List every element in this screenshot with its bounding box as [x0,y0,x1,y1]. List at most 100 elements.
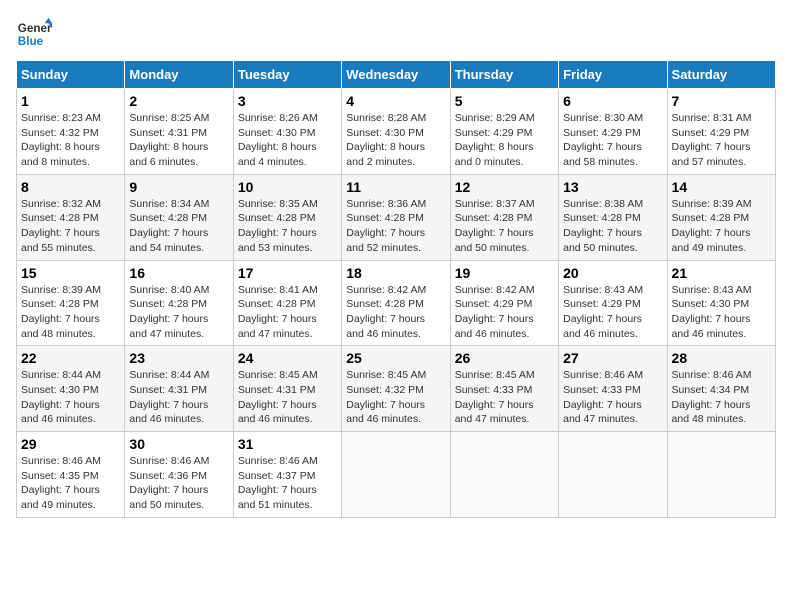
day-number: 22 [21,350,120,366]
day-number: 11 [346,179,445,195]
calendar-cell: 16Sunrise: 8:40 AM Sunset: 4:28 PM Dayli… [125,260,233,346]
day-number: 8 [21,179,120,195]
day-info: Sunrise: 8:39 AM Sunset: 4:28 PM Dayligh… [672,197,771,256]
day-number: 20 [563,265,662,281]
day-info: Sunrise: 8:25 AM Sunset: 4:31 PM Dayligh… [129,111,228,170]
day-number: 27 [563,350,662,366]
day-number: 26 [455,350,554,366]
day-info: Sunrise: 8:42 AM Sunset: 4:28 PM Dayligh… [346,283,445,342]
day-number: 19 [455,265,554,281]
week-row-2: 8 Sunrise: 8:32 AM Sunset: 4:28 PM Daylig… [17,174,776,260]
calendar-cell: 14 Sunrise: 8:39 AM Sunset: 4:28 PM Dayli… [667,174,775,260]
calendar-cell: 25 Sunrise: 8:45 AM Sunset: 4:32 PM Dayli… [342,346,450,432]
calendar-cell: 10 Sunrise: 8:35 AM Sunset: 4:28 PM Dayli… [233,174,341,260]
calendar-cell: 17 Sunrise: 8:41 AM Sunset: 4:28 PM Dayli… [233,260,341,346]
calendar-cell: 8 Sunrise: 8:32 AM Sunset: 4:28 PM Daylig… [17,174,125,260]
day-info: Sunrise: 8:23 AM Sunset: 4:32 PM Dayligh… [21,111,120,170]
day-info: Sunrise: 8:30 AM Sunset: 4:29 PM Dayligh… [563,111,662,170]
calendar-cell: 12Sunrise: 8:37 AM Sunset: 4:28 PM Dayli… [450,174,558,260]
day-info: Sunrise: 8:42 AM Sunset: 4:29 PM Dayligh… [455,283,554,342]
day-info: Sunrise: 8:37 AM Sunset: 4:28 PM Dayligh… [455,197,554,256]
day-info: Sunrise: 8:41 AM Sunset: 4:28 PM Dayligh… [238,283,337,342]
day-number: 23 [129,350,228,366]
day-number: 30 [129,436,228,452]
day-number: 2 [129,93,228,109]
day-info: Sunrise: 8:29 AM Sunset: 4:29 PM Dayligh… [455,111,554,170]
day-number: 1 [21,93,120,109]
day-number: 31 [238,436,337,452]
calendar-cell: 22 Sunrise: 8:44 AM Sunset: 4:30 PM Dayli… [17,346,125,432]
calendar-cell: 11Sunrise: 8:36 AM Sunset: 4:28 PM Dayli… [342,174,450,260]
calendar-cell [450,432,558,518]
calendar-cell: 29Sunrise: 8:46 AM Sunset: 4:35 PM Dayli… [17,432,125,518]
day-info: Sunrise: 8:45 AM Sunset: 4:33 PM Dayligh… [455,368,554,427]
day-number: 10 [238,179,337,195]
weekday-header-row: SundayMondayTuesdayWednesdayThursdayFrid… [17,61,776,89]
day-info: Sunrise: 8:46 AM Sunset: 4:36 PM Dayligh… [129,454,228,513]
day-info: Sunrise: 8:45 AM Sunset: 4:31 PM Dayligh… [238,368,337,427]
day-number: 17 [238,265,337,281]
weekday-header-monday: Monday [125,61,233,89]
day-info: Sunrise: 8:26 AM Sunset: 4:30 PM Dayligh… [238,111,337,170]
day-info: Sunrise: 8:46 AM Sunset: 4:34 PM Dayligh… [672,368,771,427]
calendar-cell: 23 Sunrise: 8:44 AM Sunset: 4:31 PM Dayli… [125,346,233,432]
day-info: Sunrise: 8:32 AM Sunset: 4:28 PM Dayligh… [21,197,120,256]
day-number: 4 [346,93,445,109]
day-info: Sunrise: 8:35 AM Sunset: 4:28 PM Dayligh… [238,197,337,256]
day-number: 14 [672,179,771,195]
calendar-cell: 4 Sunrise: 8:28 AM Sunset: 4:30 PM Daylig… [342,89,450,175]
day-info: Sunrise: 8:34 AM Sunset: 4:28 PM Dayligh… [129,197,228,256]
day-number: 3 [238,93,337,109]
logo: General Blue [16,16,52,52]
calendar-cell: 20 Sunrise: 8:43 AM Sunset: 4:29 PM Dayli… [559,260,667,346]
calendar-cell: 26 Sunrise: 8:45 AM Sunset: 4:33 PM Dayli… [450,346,558,432]
day-number: 16 [129,265,228,281]
weekday-header-thursday: Thursday [450,61,558,89]
calendar-cell: 31 Sunrise: 8:46 AM Sunset: 4:37 PM Dayli… [233,432,341,518]
calendar-cell: 6Sunrise: 8:30 AM Sunset: 4:29 PM Daylig… [559,89,667,175]
day-number: 13 [563,179,662,195]
calendar-cell: 7Sunrise: 8:31 AM Sunset: 4:29 PM Daylig… [667,89,775,175]
calendar-cell: 3 Sunrise: 8:26 AM Sunset: 4:30 PM Daylig… [233,89,341,175]
day-info: Sunrise: 8:45 AM Sunset: 4:32 PM Dayligh… [346,368,445,427]
day-number: 9 [129,179,228,195]
day-number: 25 [346,350,445,366]
day-number: 15 [21,265,120,281]
calendar-table: SundayMondayTuesdayWednesdayThursdayFrid… [16,60,776,518]
weekday-header-tuesday: Tuesday [233,61,341,89]
calendar-cell: 27 Sunrise: 8:46 AM Sunset: 4:33 PM Dayli… [559,346,667,432]
svg-text:Blue: Blue [18,35,44,48]
weekday-header-sunday: Sunday [17,61,125,89]
week-row-5: 29Sunrise: 8:46 AM Sunset: 4:35 PM Dayli… [17,432,776,518]
day-info: Sunrise: 8:38 AM Sunset: 4:28 PM Dayligh… [563,197,662,256]
calendar-cell: 19 Sunrise: 8:42 AM Sunset: 4:29 PM Dayli… [450,260,558,346]
calendar-cell: 2 Sunrise: 8:25 AM Sunset: 4:31 PM Daylig… [125,89,233,175]
day-info: Sunrise: 8:46 AM Sunset: 4:37 PM Dayligh… [238,454,337,513]
calendar-cell: 21 Sunrise: 8:43 AM Sunset: 4:30 PM Dayli… [667,260,775,346]
week-row-1: 1 Sunrise: 8:23 AM Sunset: 4:32 PM Daylig… [17,89,776,175]
day-info: Sunrise: 8:39 AM Sunset: 4:28 PM Dayligh… [21,283,120,342]
calendar-cell: 18Sunrise: 8:42 AM Sunset: 4:28 PM Dayli… [342,260,450,346]
day-info: Sunrise: 8:44 AM Sunset: 4:30 PM Dayligh… [21,368,120,427]
svg-text:General: General [18,22,52,35]
day-number: 5 [455,93,554,109]
logo-icon: General Blue [16,16,52,52]
weekday-header-saturday: Saturday [667,61,775,89]
day-info: Sunrise: 8:46 AM Sunset: 4:35 PM Dayligh… [21,454,120,513]
day-info: Sunrise: 8:28 AM Sunset: 4:30 PM Dayligh… [346,111,445,170]
calendar-cell: 28Sunrise: 8:46 AM Sunset: 4:34 PM Dayli… [667,346,775,432]
calendar-cell: 1 Sunrise: 8:23 AM Sunset: 4:32 PM Daylig… [17,89,125,175]
weekday-header-friday: Friday [559,61,667,89]
day-number: 21 [672,265,771,281]
calendar-cell [667,432,775,518]
calendar-cell [559,432,667,518]
calendar-cell: 15 Sunrise: 8:39 AM Sunset: 4:28 PM Dayli… [17,260,125,346]
day-info: Sunrise: 8:44 AM Sunset: 4:31 PM Dayligh… [129,368,228,427]
day-info: Sunrise: 8:43 AM Sunset: 4:30 PM Dayligh… [672,283,771,342]
day-info: Sunrise: 8:43 AM Sunset: 4:29 PM Dayligh… [563,283,662,342]
day-number: 7 [672,93,771,109]
calendar-cell [342,432,450,518]
day-info: Sunrise: 8:46 AM Sunset: 4:33 PM Dayligh… [563,368,662,427]
calendar-cell: 24Sunrise: 8:45 AM Sunset: 4:31 PM Dayli… [233,346,341,432]
calendar-cell: 30 Sunrise: 8:46 AM Sunset: 4:36 PM Dayli… [125,432,233,518]
